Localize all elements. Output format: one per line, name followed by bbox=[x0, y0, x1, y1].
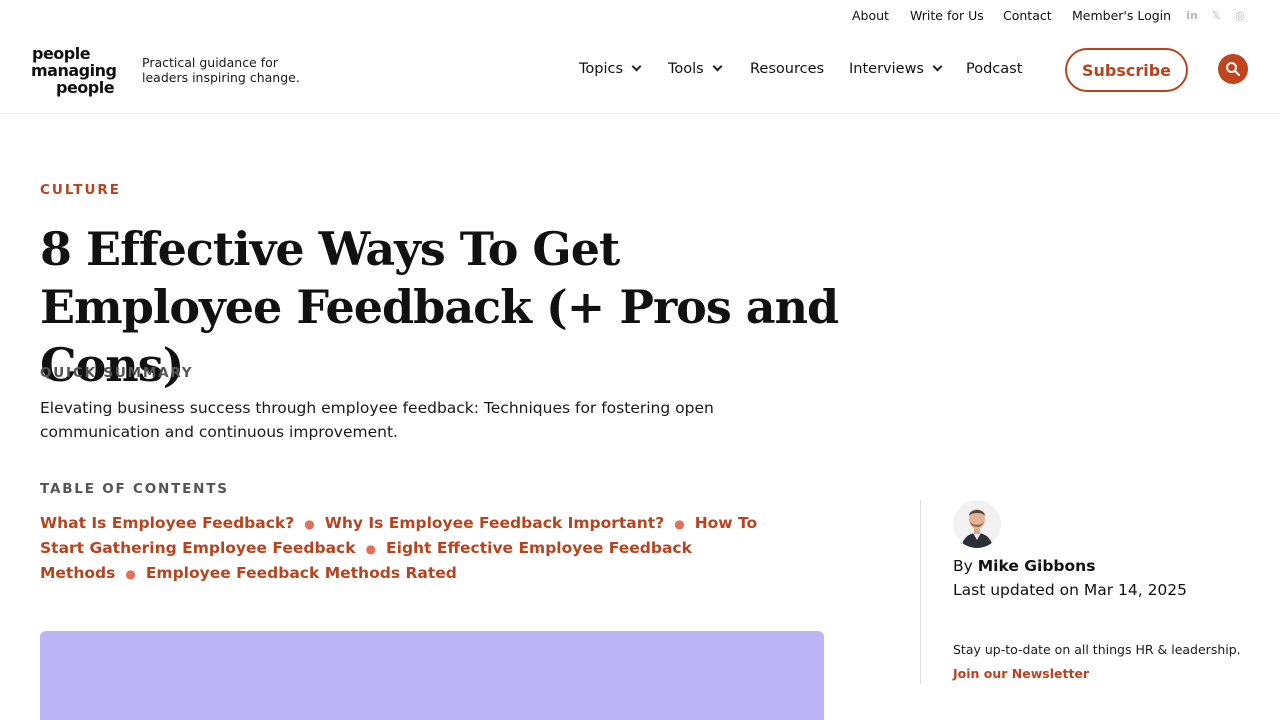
subscribe-button[interactable]: Subscribe bbox=[1065, 48, 1188, 92]
bullet-icon: ● bbox=[365, 542, 377, 556]
search-button[interactable] bbox=[1218, 54, 1248, 84]
chevron-down-icon bbox=[712, 61, 723, 72]
site-tagline: Practical guidance for leaders inspiring… bbox=[142, 55, 300, 85]
x-icon[interactable]: 𝕏 bbox=[1209, 9, 1223, 23]
author-byline: By Mike Gibbons bbox=[953, 557, 1095, 575]
header-divider bbox=[0, 113, 1280, 114]
table-of-contents: What Is Employee Feedback? ● Why Is Employ… bbox=[40, 511, 800, 586]
utility-link-members-login[interactable]: Member's Login bbox=[1072, 8, 1171, 23]
instagram-icon[interactable]: ◎ bbox=[1233, 9, 1247, 23]
byline-prefix: By bbox=[953, 557, 973, 575]
nav-topics-label: Topics bbox=[579, 61, 624, 77]
article-category[interactable]: CULTURE bbox=[40, 182, 121, 198]
nav-interviews-label: Interviews bbox=[849, 61, 924, 77]
search-icon bbox=[1226, 62, 1241, 77]
author-avatar[interactable] bbox=[953, 500, 1001, 548]
bullet-icon: ● bbox=[125, 567, 136, 581]
chevron-down-icon bbox=[932, 61, 943, 72]
nav-resources-label: Resources bbox=[750, 61, 825, 77]
newsletter-text: Stay up-to-date on all things HR & leade… bbox=[953, 642, 1241, 657]
linkedin-icon[interactable]: in bbox=[1185, 9, 1199, 23]
site-logo[interactable]: people managing people bbox=[31, 45, 123, 99]
author-portrait-icon bbox=[953, 500, 1001, 548]
utility-bar: About Write for Us Contact Member's Logi… bbox=[0, 0, 1280, 32]
nav-topics[interactable]: Topics bbox=[579, 61, 642, 77]
quick-summary-text: Elevating business success through emplo… bbox=[40, 399, 714, 441]
utility-link-write-for-us[interactable]: Write for Us bbox=[910, 8, 984, 23]
author-name[interactable]: Mike Gibbons bbox=[978, 557, 1096, 575]
newsletter-promo: Stay up-to-date on all things HR & leade… bbox=[953, 638, 1253, 686]
table-of-contents-label: TABLE OF CONTENTS bbox=[40, 481, 229, 497]
bullet-icon: ● bbox=[674, 517, 685, 531]
last-updated: Last updated on Mar 14, 2025 bbox=[953, 581, 1188, 599]
nav-interviews[interactable]: Interviews bbox=[849, 61, 943, 77]
toc-link[interactable]: What Is Employee Feedback? bbox=[40, 514, 294, 532]
utility-link-contact[interactable]: Contact bbox=[1003, 8, 1052, 23]
logo-line-1: people bbox=[32, 44, 91, 63]
nav-resources[interactable]: Resources bbox=[750, 61, 824, 77]
chevron-down-icon bbox=[631, 61, 642, 72]
nav-podcast-label: Podcast bbox=[966, 61, 1023, 77]
nav-tools[interactable]: Tools bbox=[668, 61, 723, 77]
toc-link[interactable]: Employee Feedback Methods Rated bbox=[146, 564, 457, 582]
sidebar-divider bbox=[920, 500, 921, 684]
nav-tools-label: Tools bbox=[668, 61, 704, 77]
nav-podcast[interactable]: Podcast bbox=[966, 61, 1022, 77]
bullet-icon: ● bbox=[304, 517, 315, 531]
logo-line-3: people bbox=[56, 78, 115, 97]
hero-image bbox=[40, 631, 824, 720]
utility-link-about[interactable]: About bbox=[852, 8, 889, 23]
logo-line-2: managing bbox=[31, 61, 117, 80]
newsletter-link[interactable]: Join our Newsletter bbox=[953, 666, 1089, 681]
toc-link[interactable]: Why Is Employee Feedback Important? bbox=[325, 514, 664, 532]
quick-summary-label: QUICK SUMMARY bbox=[40, 365, 194, 381]
